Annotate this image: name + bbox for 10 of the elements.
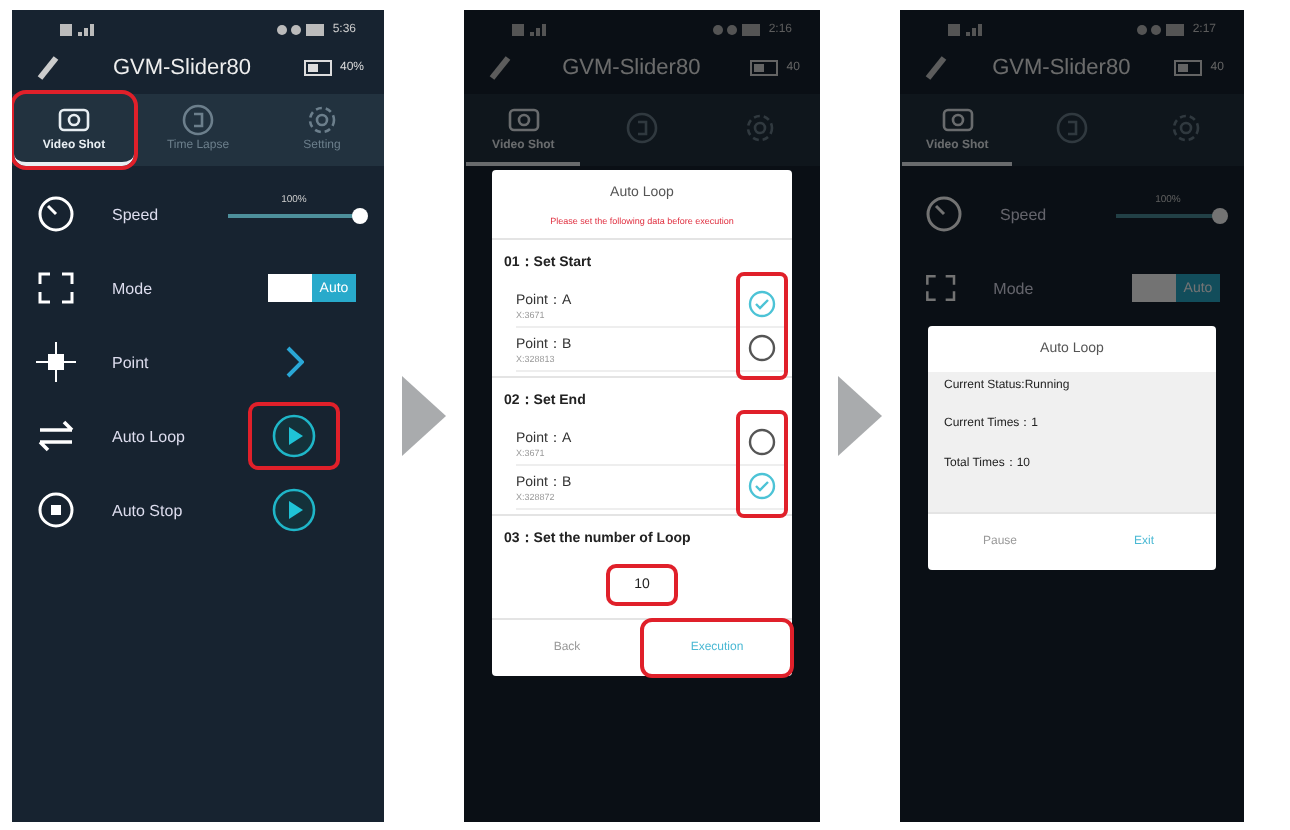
app-title: GVM-Slider80 [992,55,1131,79]
row-label: Auto Loop [112,427,187,445]
row-label: Point [112,353,151,371]
row-label: Speed [112,205,161,223]
app-title: GVM-Slider80 [562,55,701,79]
row-label: Mode [993,279,1036,297]
app-title: GVM-Slider80 [112,55,252,79]
row-label: Mode [112,279,155,297]
row-label: Auto Stop [112,501,185,519]
row-label: Speed [1000,205,1049,223]
